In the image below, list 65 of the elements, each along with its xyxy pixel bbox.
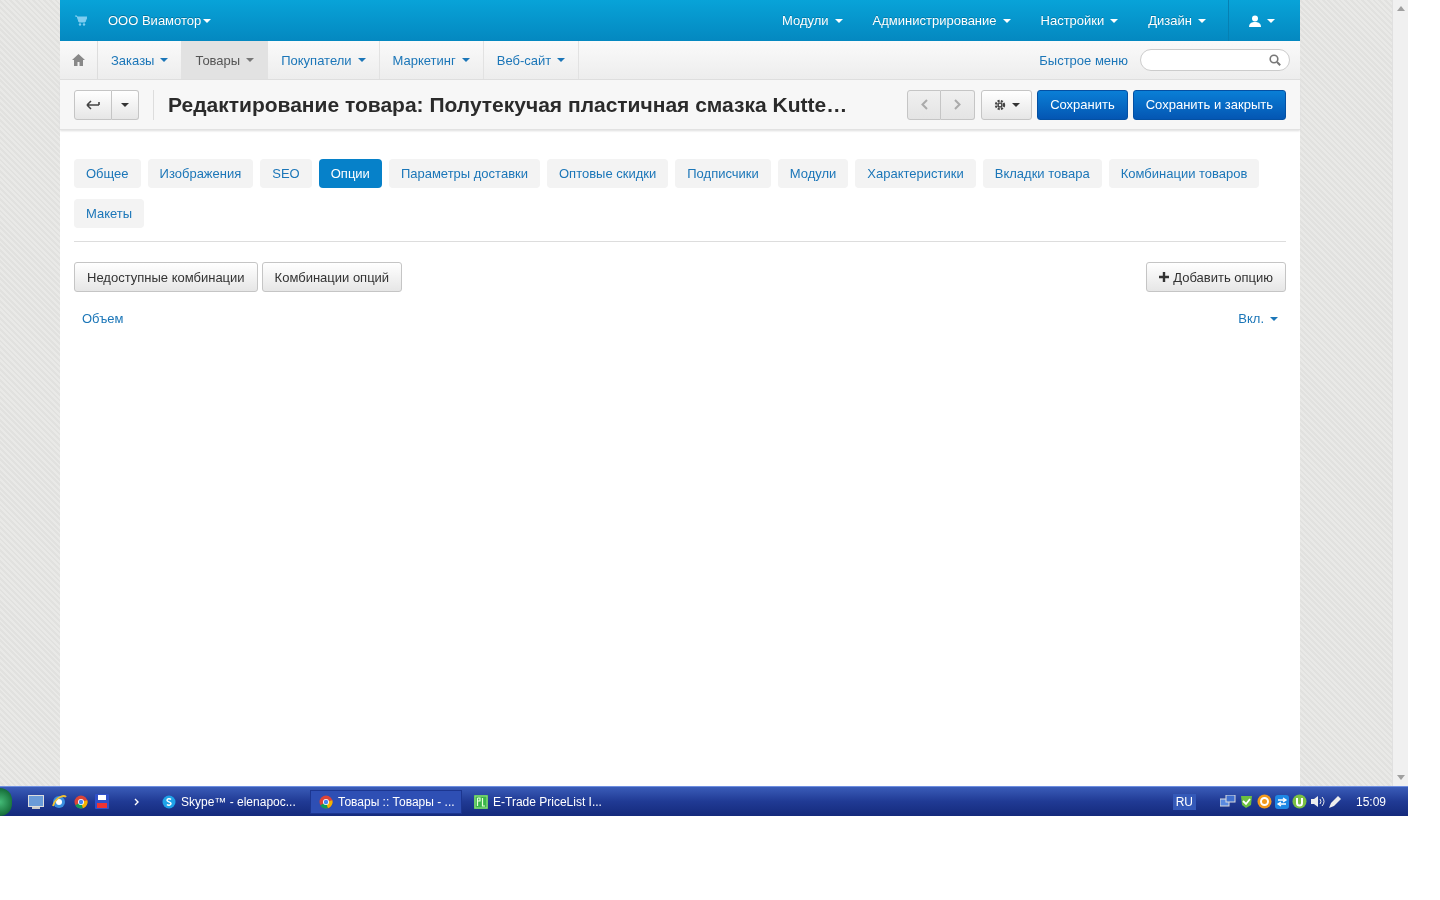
option-button[interactable]: Комбинации опций	[261, 262, 403, 292]
top-menu-item[interactable]: Администрирование	[857, 13, 1026, 28]
user-icon	[1249, 14, 1261, 27]
settings-button[interactable]	[981, 89, 1033, 120]
tab[interactable]: Макеты	[74, 199, 145, 228]
desktop-icon[interactable]	[28, 794, 44, 809]
taskbar-button-label: Товары :: Товары - ...	[338, 794, 455, 809]
chevron-left-icon	[920, 99, 928, 110]
tab[interactable]: Модули	[777, 159, 849, 188]
back-button[interactable]	[74, 89, 112, 120]
nav-tab[interactable]: Маркетинг	[379, 41, 484, 79]
check-shield-icon[interactable]	[1238, 794, 1254, 809]
plus-icon	[1159, 272, 1170, 282]
tab[interactable]: Подписчики	[675, 159, 771, 188]
top-menu-item[interactable]: Дизайн	[1133, 13, 1221, 28]
tab[interactable]: Изображения	[147, 159, 254, 188]
pricelist-icon	[474, 794, 488, 809]
save-button[interactable]: Сохранить	[1037, 89, 1128, 120]
tab[interactable]: Комбинации товаров	[1108, 159, 1260, 188]
option-name-link[interactable]: Объем	[82, 311, 124, 326]
nav-tab[interactable]: Веб-сайт	[483, 41, 580, 79]
speaker-icon[interactable]	[1309, 795, 1325, 808]
nav-tab[interactable]: Покупатели	[268, 41, 380, 79]
pen-icon[interactable]	[1327, 794, 1342, 809]
back-arrow-icon	[86, 99, 100, 110]
taskbar-button-label: Skype™ - elenapoc...	[181, 794, 296, 809]
status-dropdown[interactable]: Вкл.	[1238, 311, 1278, 326]
taskbar-button[interactable]: Skype™ - elenapoc...	[154, 789, 306, 814]
browser-e-icon[interactable]	[51, 793, 67, 810]
top-menu-item[interactable]: Настройки	[1025, 13, 1134, 28]
option-button[interactable]: Недоступные комбинации	[74, 262, 258, 292]
page-title: Редактирование товара: Полутекучая пластичная смазка Kutte…	[168, 92, 849, 117]
top-menu-item[interactable]: Модули	[767, 13, 858, 28]
save-and-close-button[interactable]: Сохранить и закрыть	[1132, 89, 1286, 120]
tab[interactable]: Вкладки товара	[982, 159, 1102, 188]
taskbar-button-label: E-Trade PriceList I...	[493, 794, 602, 809]
search-field[interactable]	[1140, 49, 1290, 71]
ring-icon[interactable]	[1256, 794, 1272, 809]
tab[interactable]: SEO	[260, 159, 312, 188]
tab[interactable]: Характеристики	[855, 159, 976, 188]
gear-icon	[993, 98, 1006, 111]
chrome-icon[interactable]	[74, 794, 88, 809]
store-menu[interactable]: ООО Виамотор	[108, 13, 212, 28]
tab[interactable]: Опции	[318, 159, 382, 188]
taskbar-button[interactable]: Товары :: Товары - ...	[310, 789, 462, 814]
tab[interactable]: Оптовые скидки	[547, 159, 669, 188]
clock: 15:09	[1355, 794, 1386, 809]
chevron-right-icon	[954, 99, 962, 110]
tab[interactable]: Общее	[74, 159, 141, 188]
start-button[interactable]	[0, 787, 12, 816]
dropdown-button[interactable]	[112, 89, 139, 120]
skype-icon	[162, 794, 176, 809]
add-option-button[interactable]: Добавить опцию	[1146, 262, 1286, 292]
quick-menu-link[interactable]: Быстрое меню	[1039, 52, 1128, 68]
arrows-icon[interactable]	[1274, 794, 1289, 809]
cart-icon	[75, 15, 87, 26]
taskbar-button[interactable]: E-Trade PriceList I...	[466, 789, 618, 814]
chevron-icon[interactable]	[134, 797, 140, 806]
network-icon[interactable]	[1219, 794, 1236, 809]
nav-tab[interactable]: Товары	[182, 41, 269, 79]
chrome-icon	[319, 794, 333, 809]
language-indicator[interactable]: RU	[1172, 793, 1196, 810]
search-icon	[1269, 54, 1281, 66]
tab[interactable]: Параметры доставки	[388, 159, 540, 188]
torrent-icon[interactable]	[1291, 794, 1307, 809]
